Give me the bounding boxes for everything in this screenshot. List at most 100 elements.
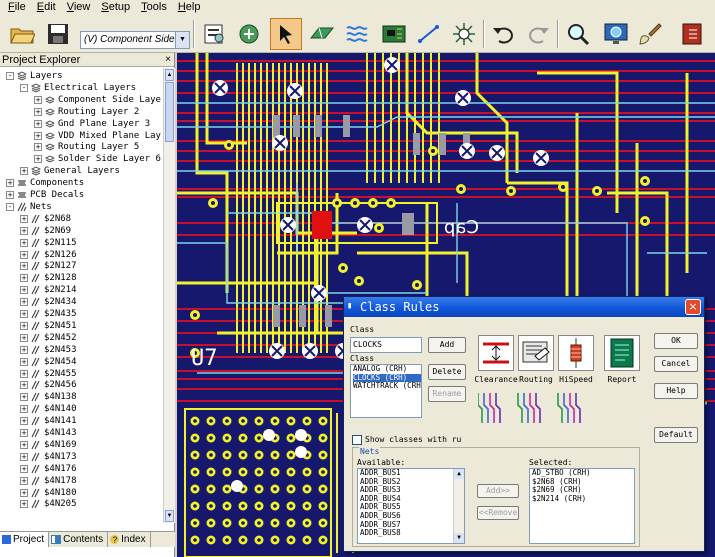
tree-scrollbar[interactable]: ▲ ▼	[163, 68, 175, 523]
expand-icon[interactable]: +	[20, 298, 28, 307]
tree-item[interactable]: + $4N143	[20, 427, 77, 439]
close-icon[interactable]: ×	[165, 53, 171, 67]
bga-ball-hole[interactable]	[305, 487, 309, 491]
bga-ball-hole[interactable]	[289, 487, 293, 491]
open-folder-icon[interactable]	[6, 18, 38, 50]
bga-ball-hole[interactable]	[305, 504, 309, 508]
bga-ball-hole[interactable]	[273, 453, 277, 457]
expand-icon[interactable]: +	[20, 369, 28, 378]
bga-ball-hole[interactable]	[225, 436, 229, 440]
bga-ball-hole[interactable]	[225, 470, 229, 474]
bga-ball-hole[interactable]	[289, 504, 293, 508]
pad[interactable]	[273, 115, 280, 137]
expand-icon[interactable]: +	[20, 250, 28, 259]
collapse-icon[interactable]: -	[20, 83, 28, 92]
undo-icon[interactable]	[488, 18, 520, 50]
class-list[interactable]: ANALOG (CRH) CLOCKS (CRH) WATCHTRACK (CRH)	[350, 364, 422, 418]
expand-icon[interactable]: +	[34, 131, 42, 140]
expand-icon[interactable]: +	[20, 321, 28, 330]
bga-ball-hole[interactable]	[193, 470, 197, 474]
expand-icon[interactable]: +	[20, 500, 28, 509]
expand-icon[interactable]: +	[20, 345, 28, 354]
default-button[interactable]: Default	[654, 427, 698, 443]
bga-ball-hole[interactable]	[273, 521, 277, 525]
bga-ball-hole[interactable]	[321, 504, 325, 508]
expand-icon[interactable]: +	[34, 143, 42, 152]
bga-ball-hole[interactable]	[321, 453, 325, 457]
cancel-button[interactable]: Cancel	[654, 356, 698, 372]
bga-ball-hole[interactable]	[209, 538, 213, 542]
expand-icon[interactable]: +	[20, 286, 28, 295]
bga-ball-hole[interactable]	[241, 504, 245, 508]
expand-icon[interactable]: +	[20, 214, 28, 223]
bga-ball-hole[interactable]	[289, 436, 293, 440]
tree-item[interactable]: + Gnd Plane Layer 3	[34, 118, 150, 130]
bga-ball-hole[interactable]	[289, 453, 293, 457]
bga-ball-hole[interactable]	[321, 487, 325, 491]
via-hole[interactable]	[377, 226, 381, 230]
bga-ball-hole[interactable]	[257, 538, 261, 542]
tab-project[interactable]: Project	[0, 532, 50, 547]
via-hole[interactable]	[371, 201, 375, 205]
bga-ball-hole[interactable]	[241, 436, 245, 440]
bga-ball-hole[interactable]	[305, 521, 309, 525]
menu-tools[interactable]: Tools	[141, 0, 167, 15]
bga-ball-hole[interactable]	[225, 487, 229, 491]
tree-item[interactable]: + Components	[6, 177, 84, 189]
collapse-icon[interactable]: -	[6, 72, 14, 80]
via-hole[interactable]	[357, 279, 361, 283]
pad[interactable]	[413, 133, 420, 155]
via-hole[interactable]	[193, 313, 197, 317]
tree-item[interactable]: + PCB Decals	[6, 189, 84, 201]
expand-icon[interactable]: +	[20, 274, 28, 283]
via-hole[interactable]	[211, 201, 215, 205]
bga-ball-hole[interactable]	[321, 470, 325, 474]
bga-ball-hole[interactable]	[273, 470, 277, 474]
clearance-rule-button[interactable]	[478, 335, 514, 371]
scroll-thumb[interactable]	[165, 82, 174, 142]
bga-ball-hole[interactable]	[257, 521, 261, 525]
redo-icon[interactable]	[522, 18, 554, 50]
tree-item[interactable]: + $2N451	[20, 320, 77, 332]
expand-icon[interactable]: +	[34, 107, 42, 116]
report-button[interactable]	[604, 335, 640, 371]
pad[interactable]	[343, 115, 350, 137]
tree-item[interactable]: + $2N127	[20, 260, 77, 272]
bga-ball-hole[interactable]	[241, 419, 245, 423]
available-nets-list[interactable]: ADDR_BUS1 ADDR_BUS2 ADDR_BUS3 ADDR_BUS4 ADDR…	[357, 468, 465, 544]
tree-item[interactable]: + $2N452	[20, 332, 77, 344]
tree-item[interactable]: + Component Side Laye	[34, 94, 161, 106]
menu-file[interactable]: File	[8, 0, 26, 15]
bga-ball-hole[interactable]	[225, 504, 229, 508]
tab-index[interactable]: ? Index	[108, 532, 151, 547]
tree-item[interactable]: + $4N176	[20, 463, 77, 475]
bga-ball-hole[interactable]	[321, 521, 325, 525]
scroll-down-icon[interactable]: ▼	[165, 510, 174, 522]
tree-item[interactable]: + $2N435	[20, 308, 77, 320]
show-classes-checkbox[interactable]	[352, 435, 362, 445]
expand-icon[interactable]: +	[6, 179, 14, 188]
expand-icon[interactable]: +	[20, 488, 28, 497]
expand-icon[interactable]: +	[34, 95, 42, 104]
class-list-item[interactable]: WATCHTRACK (CRH)	[353, 382, 421, 391]
bga-ball-hole[interactable]	[257, 436, 261, 440]
design-toolbar-icon[interactable]	[306, 18, 338, 50]
bga-ball-hole[interactable]	[193, 487, 197, 491]
menu-help[interactable]: Help	[178, 0, 201, 15]
menu-setup[interactable]: Setup	[101, 0, 130, 15]
selected-net-item[interactable]: $2N214 (CRH)	[532, 494, 634, 504]
remove-net-button[interactable]: <<Remove	[477, 506, 519, 520]
add-net-button[interactable]: Add>>	[477, 484, 519, 498]
tree-item[interactable]: + $4N138	[20, 391, 77, 403]
via-icon[interactable]	[448, 18, 480, 50]
routing-rule-button[interactable]	[518, 335, 554, 371]
add-class-button[interactable]: Add	[428, 337, 466, 353]
bga-ball-hole[interactable]	[193, 521, 197, 525]
bga-ball-hole[interactable]	[193, 504, 197, 508]
bga-ball-hole[interactable]	[209, 487, 213, 491]
expand-icon[interactable]: +	[34, 119, 42, 128]
bga-ball-hole[interactable]	[257, 487, 261, 491]
bga-ball-hole[interactable]	[273, 504, 277, 508]
bga-ball-hole[interactable]	[273, 538, 277, 542]
bga-ball-hole[interactable]	[321, 419, 325, 423]
